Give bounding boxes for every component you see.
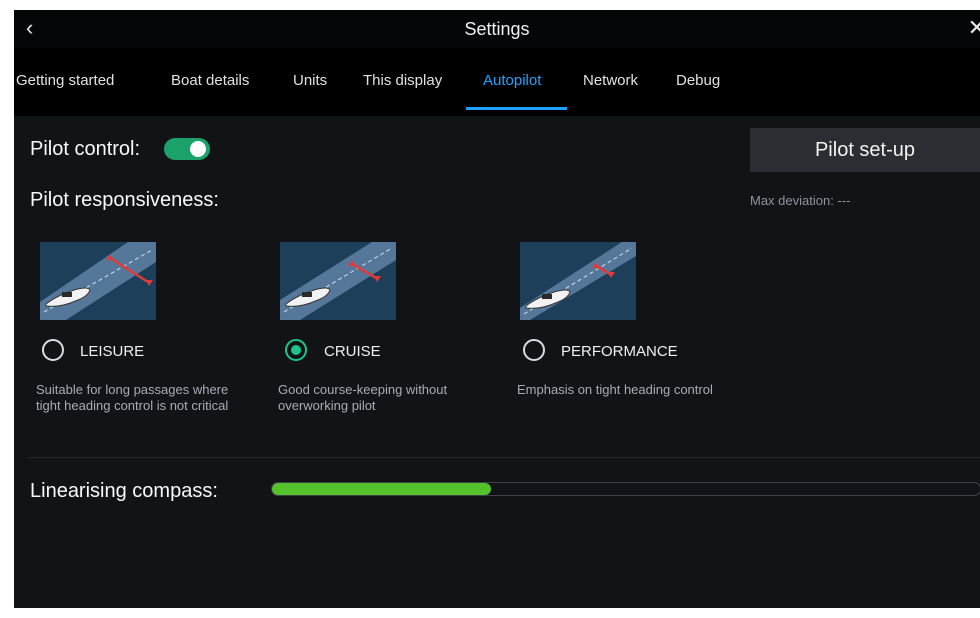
- pilot-responsiveness-label: Pilot responsiveness:: [30, 189, 219, 211]
- tab-network[interactable]: Network: [583, 72, 638, 89]
- description-cruise: Good course-keeping without overworking …: [278, 382, 448, 413]
- max-deviation-text: Max deviation: ---: [750, 193, 851, 208]
- tab-bar: Getting started Boat details Units This …: [14, 48, 980, 116]
- tab-debug[interactable]: Debug: [676, 72, 720, 89]
- section-divider: [28, 457, 980, 458]
- linearising-progress-bar: [271, 482, 980, 496]
- progress-fill: [272, 483, 492, 495]
- option-label-leisure: LEISURE: [80, 343, 145, 360]
- option-label-cruise: CRUISE: [324, 343, 381, 360]
- tab-getting-started[interactable]: Getting started: [16, 72, 114, 89]
- tab-boat-details[interactable]: Boat details: [171, 72, 249, 89]
- radio-cruise[interactable]: [285, 339, 307, 361]
- cruise-boat-icon: [280, 242, 396, 320]
- toggle-knob: [190, 141, 206, 157]
- option-label-performance: PERFORMANCE: [561, 343, 678, 360]
- close-icon[interactable]: ✕: [968, 15, 980, 41]
- active-tab-indicator: [466, 107, 567, 110]
- pilot-setup-button[interactable]: Pilot set-up: [750, 128, 980, 172]
- radio-performance[interactable]: [523, 339, 545, 361]
- pilot-control-label: Pilot control:: [30, 138, 141, 160]
- page-title: Settings: [464, 19, 530, 39]
- description-performance: Emphasis on tight heading control: [517, 382, 713, 397]
- settings-screen: ‹ Settings ✕ Getting started Boat detail…: [14, 10, 980, 608]
- leisure-boat-icon: [40, 242, 156, 320]
- tab-autopilot[interactable]: Autopilot: [483, 72, 541, 89]
- tab-units[interactable]: Units: [293, 72, 327, 89]
- description-leisure: Suitable for long passages where tight h…: [36, 382, 229, 413]
- pilot-control-toggle[interactable]: [164, 138, 210, 160]
- radio-leisure[interactable]: [42, 339, 64, 361]
- tab-this-display[interactable]: This display: [363, 72, 442, 89]
- linearising-compass-label: Linearising compass:: [30, 480, 218, 502]
- radio-selected-dot: [291, 345, 301, 355]
- performance-boat-icon: [520, 242, 636, 320]
- header-bar: ‹ Settings ✕: [14, 10, 980, 48]
